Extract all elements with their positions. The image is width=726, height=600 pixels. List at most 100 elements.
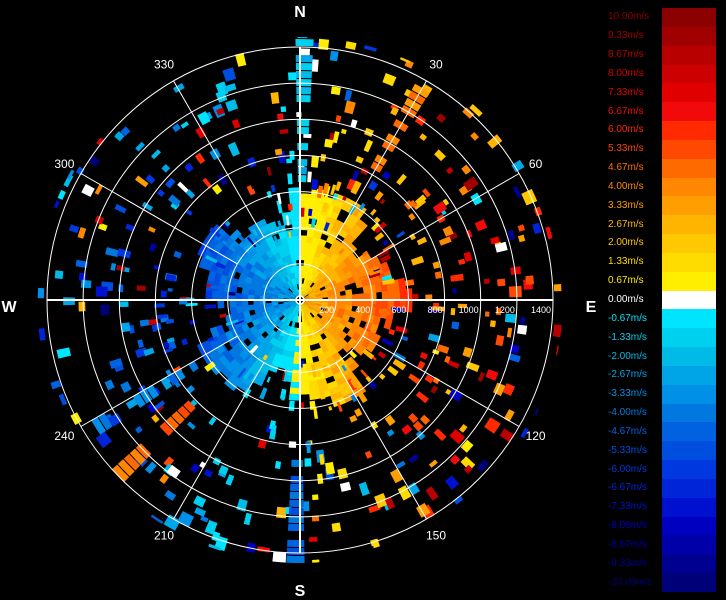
echo-cell bbox=[200, 515, 209, 523]
echo-cell bbox=[477, 371, 486, 382]
echo-cell bbox=[383, 318, 393, 330]
echo-cell bbox=[381, 300, 389, 310]
echo-cell bbox=[337, 467, 349, 480]
range-label: 1200 bbox=[495, 305, 515, 315]
legend-swatch bbox=[662, 516, 716, 536]
azimuth-label: 210 bbox=[154, 529, 174, 543]
echo-cell bbox=[408, 213, 416, 221]
legend-label: 8.00m/s bbox=[608, 67, 644, 79]
echo-cell bbox=[295, 54, 313, 63]
echo-cell bbox=[363, 45, 377, 52]
echo-cell bbox=[433, 428, 447, 442]
echo-cell bbox=[180, 121, 189, 129]
echo-cell bbox=[416, 236, 428, 246]
echo-cell bbox=[145, 461, 157, 474]
echo-cell bbox=[235, 292, 243, 300]
echo-cell bbox=[295, 62, 313, 71]
range-label: 200 bbox=[319, 305, 334, 315]
echo-cell bbox=[290, 483, 304, 492]
echo-cell bbox=[329, 50, 339, 62]
echo-cell bbox=[512, 185, 522, 199]
echo-cell bbox=[425, 486, 439, 501]
echo-cell bbox=[114, 203, 127, 214]
legend-swatch bbox=[662, 45, 716, 65]
echo-cell bbox=[279, 129, 289, 134]
legend-swatch bbox=[662, 290, 716, 310]
echo-cell bbox=[116, 264, 126, 272]
echo-cell bbox=[450, 308, 456, 316]
echo-cell bbox=[100, 304, 110, 316]
echo-cell bbox=[487, 134, 503, 149]
echo-cell bbox=[223, 83, 237, 93]
echo-cell bbox=[386, 429, 395, 437]
echo-cell bbox=[150, 514, 164, 524]
echo-cell bbox=[300, 223, 309, 231]
echo-cell bbox=[38, 328, 46, 341]
echo-cell bbox=[525, 275, 534, 285]
echo-cell bbox=[205, 289, 213, 300]
echo-cell bbox=[266, 166, 272, 176]
echo-cell bbox=[396, 173, 407, 186]
legend-swatch bbox=[662, 215, 716, 235]
echo-cell bbox=[78, 301, 86, 312]
legend-label: -5.33m/s bbox=[608, 444, 647, 456]
echo-cell bbox=[222, 67, 237, 82]
echo-cell bbox=[159, 473, 170, 484]
echo-cell bbox=[137, 339, 144, 348]
echo-cell bbox=[288, 193, 301, 201]
echo-cell bbox=[504, 313, 516, 323]
echo-cell bbox=[202, 177, 213, 189]
echo-cell bbox=[297, 36, 308, 39]
echo-cell bbox=[459, 424, 468, 433]
echo-cell bbox=[311, 156, 320, 168]
echo-cell bbox=[364, 127, 374, 137]
echo-cell bbox=[209, 148, 222, 161]
echo-cell bbox=[297, 142, 309, 151]
echo-cell bbox=[545, 226, 553, 240]
legend-label: 5.33m/s bbox=[608, 143, 644, 155]
echo-cell bbox=[330, 86, 341, 96]
echo-cell bbox=[110, 263, 117, 271]
echo-cell bbox=[374, 232, 385, 242]
echo-cell bbox=[300, 217, 310, 225]
echo-cell bbox=[424, 374, 434, 384]
echo-cell bbox=[382, 73, 397, 87]
echo-cell bbox=[463, 251, 473, 262]
echo-cell bbox=[165, 177, 176, 189]
echo-cell bbox=[484, 311, 490, 317]
echo-cell bbox=[151, 414, 160, 423]
legend-swatch bbox=[662, 309, 716, 329]
echo-cell bbox=[177, 511, 194, 528]
echo-cell bbox=[290, 475, 304, 484]
echo-cell bbox=[161, 164, 171, 173]
echo-cell bbox=[408, 453, 419, 464]
echo-cell bbox=[404, 279, 415, 287]
legend-label: -2.00m/s bbox=[608, 350, 647, 362]
legend-swatch bbox=[662, 365, 716, 386]
echo-cell bbox=[432, 261, 441, 269]
azimuth-label: 150 bbox=[426, 529, 446, 543]
legend-label: -6.00m/s bbox=[608, 463, 647, 475]
echo-cell bbox=[266, 376, 271, 383]
legend-swatch bbox=[662, 460, 716, 480]
legend-label: -8.67m/s bbox=[608, 538, 647, 550]
echo-cell bbox=[364, 450, 373, 459]
legend-label: -2.67m/s bbox=[608, 369, 647, 381]
echo-cell bbox=[148, 226, 156, 233]
legend-label: -4.00m/s bbox=[608, 407, 647, 419]
echo-cell bbox=[532, 222, 542, 235]
echo-cell bbox=[296, 70, 312, 79]
echo-cell bbox=[259, 387, 268, 400]
echo-cell bbox=[438, 236, 452, 246]
echo-cell bbox=[399, 288, 407, 301]
echo-cell bbox=[555, 345, 559, 355]
echo-cell bbox=[80, 279, 92, 289]
echo-cell bbox=[225, 474, 235, 486]
legend-label: 10.00m/s bbox=[608, 11, 650, 23]
legend-label: 2.00m/s bbox=[608, 237, 644, 249]
echo-cell bbox=[277, 113, 284, 121]
echo-cell bbox=[37, 287, 45, 299]
echo-cell bbox=[446, 166, 454, 175]
legend-label: -10.00m/s bbox=[608, 576, 653, 588]
legend-swatch bbox=[662, 177, 716, 197]
